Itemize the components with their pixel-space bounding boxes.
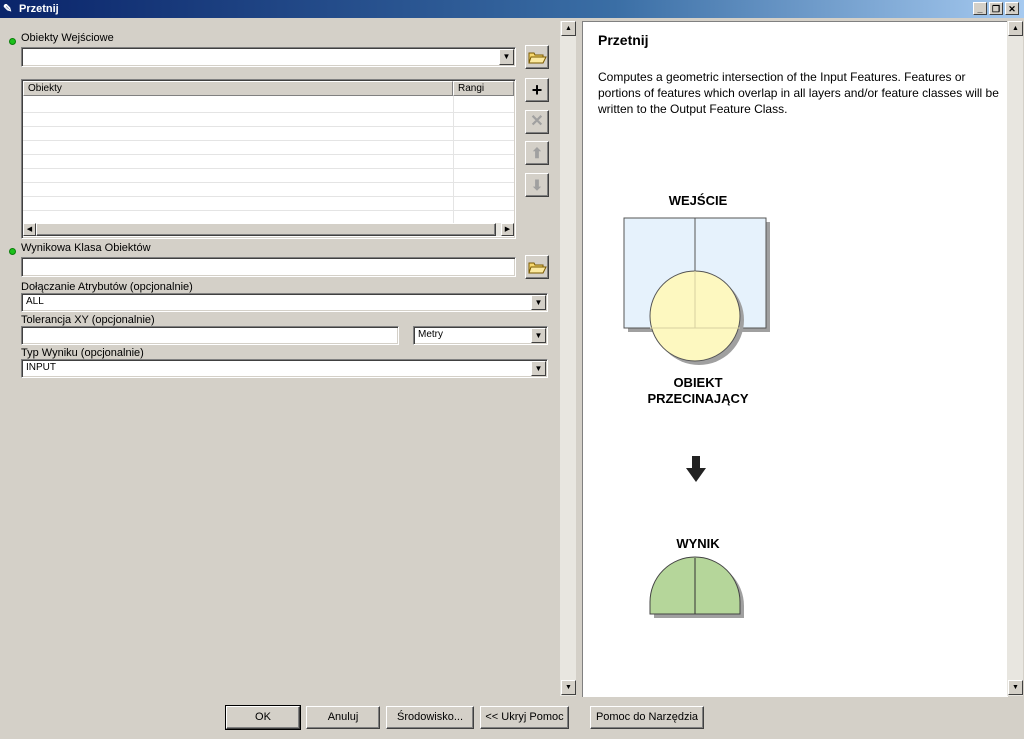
help-title: Przetnij [598, 32, 649, 48]
input-features-table[interactable]: Obiekty Rangi ◀ ▶ [21, 79, 516, 239]
remove-row-button[interactable]: ✕ [525, 110, 549, 134]
column-header-ranks[interactable]: Rangi [453, 81, 514, 96]
table-horizontal-scrollbar[interactable]: ◀ ▶ [23, 223, 514, 236]
folder-open-icon [528, 262, 547, 274]
table-row[interactable] [23, 126, 514, 141]
table-row[interactable] [23, 154, 514, 169]
title-bar[interactable]: ✎ Przetnij _ ❐ ✕ [0, 0, 1024, 18]
table-row[interactable] [23, 168, 514, 183]
xy-units-value: Metry [418, 329, 443, 340]
chevron-down-icon[interactable]: ▼ [499, 49, 514, 65]
help-scrollbar[interactable]: ▲ ▼ [1007, 21, 1023, 696]
diagram-intersect-label-2: PRZECINAJĄCY [647, 391, 749, 406]
diagram-input-illustration [623, 217, 770, 365]
table-row[interactable] [23, 140, 514, 155]
scroll-down-icon[interactable]: ▼ [1008, 680, 1023, 695]
input-features-label: Obiekty Wejściowe [21, 32, 114, 44]
diagram-output-illustration [649, 556, 744, 618]
join-attributes-label: Dołączanie Atrybutów (opcjonalnie) [21, 281, 193, 293]
xy-tolerance-label: Tolerancja XY (opcjonalnie) [21, 314, 155, 326]
chevron-down-icon[interactable]: ▼ [531, 295, 546, 310]
join-attributes-select[interactable]: ALL ▼ [21, 293, 548, 312]
input-features-combo[interactable]: ▼ [21, 47, 516, 67]
output-type-label: Typ Wyniku (opcjonalnie) [21, 347, 144, 359]
help-description: Computes a geometric intersection of the… [598, 70, 999, 116]
scroll-down-icon[interactable]: ▼ [561, 680, 576, 695]
chevron-down-icon[interactable]: ▼ [531, 328, 546, 343]
diagram-input-label: WEJŚCIE [668, 193, 728, 208]
help-panel: Przetnij Computes a geometric intersecti… [582, 21, 1008, 697]
environments-button[interactable]: Środowisko... [386, 706, 474, 729]
restore-button[interactable]: ❐ [989, 2, 1003, 15]
required-indicator-icon [9, 248, 16, 255]
add-row-button[interactable]: + [525, 78, 549, 102]
xy-units-select[interactable]: Metry ▼ [413, 326, 548, 345]
table-row[interactable] [23, 182, 514, 197]
tool-help-button[interactable]: Pomoc do Narzędzia [590, 706, 704, 729]
scroll-left-icon[interactable]: ◀ [23, 223, 36, 236]
delete-x-icon: ✕ [530, 113, 544, 130]
scroll-right-icon[interactable]: ▶ [501, 223, 514, 236]
browse-input-button[interactable] [525, 45, 549, 69]
move-down-button[interactable]: ⬇ [525, 173, 549, 197]
xy-tolerance-input[interactable] [21, 326, 399, 345]
chevron-down-icon[interactable]: ▼ [531, 361, 546, 376]
parameters-scrollbar[interactable]: ▲ ▼ [560, 21, 576, 696]
join-attributes-value: ALL [26, 296, 44, 307]
scroll-up-icon[interactable]: ▲ [1008, 21, 1023, 36]
diagram-intersect-label-1: OBIEKT [673, 375, 723, 390]
ok-button[interactable]: OK [225, 705, 301, 730]
tool-icon: ✎ [3, 3, 13, 15]
arrow-down-icon [686, 456, 706, 482]
table-row[interactable] [23, 112, 514, 127]
scroll-up-icon[interactable]: ▲ [561, 21, 576, 36]
window-title: Przetnij [19, 3, 59, 15]
table-row[interactable] [23, 98, 514, 113]
diagram-output-label: WYNIK [676, 536, 720, 551]
minimize-button[interactable]: _ [973, 2, 987, 15]
arrow-down-icon: ⬇ [531, 177, 543, 193]
hide-help-button[interactable]: << Ukryj Pomoc [480, 706, 569, 729]
close-button[interactable]: ✕ [1005, 2, 1019, 15]
move-up-button[interactable]: ⬆ [525, 141, 549, 165]
cancel-button[interactable]: Anuluj [306, 706, 380, 729]
plus-icon: + [531, 80, 543, 100]
browse-output-button[interactable] [525, 255, 549, 279]
table-row[interactable] [23, 196, 514, 211]
output-feature-class-label: Wynikowa Klasa Obiektów [21, 242, 151, 254]
output-type-value: INPUT [26, 362, 56, 373]
scroll-thumb[interactable] [36, 223, 496, 236]
folder-open-icon [528, 52, 547, 64]
column-header-features[interactable]: Obiekty [23, 81, 453, 96]
arrow-up-icon: ⬆ [531, 145, 543, 161]
required-indicator-icon [9, 38, 16, 45]
output-type-select[interactable]: INPUT ▼ [21, 359, 548, 378]
output-feature-class-input[interactable] [21, 257, 516, 277]
